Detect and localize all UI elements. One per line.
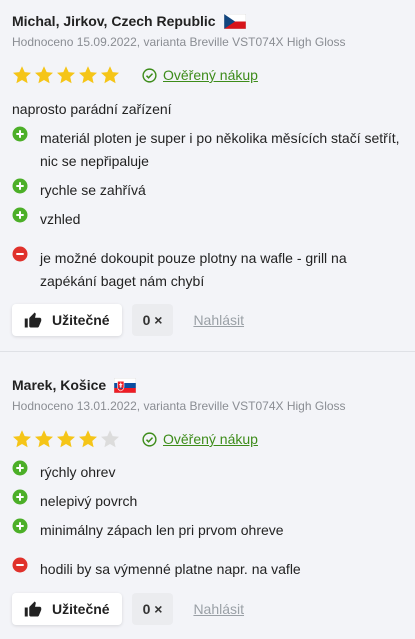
check-circle-icon xyxy=(142,431,157,447)
helpful-count: 0 × xyxy=(131,593,174,625)
helpful-button[interactable]: Užitečné xyxy=(12,304,122,336)
pro-item: minimálny zápach len pri prvom ohreve xyxy=(12,518,403,542)
pro-text: minimálny zápach len pri prvom ohreve xyxy=(40,522,284,538)
verified-label[interactable]: Ověřený nákup xyxy=(163,67,258,83)
star-icon xyxy=(13,430,31,448)
plus-circle-icon xyxy=(12,178,28,194)
star-rating xyxy=(12,429,120,449)
review-author: Michal, Jirkov, Czech Republic xyxy=(12,11,403,31)
report-link[interactable]: Nahlásit xyxy=(193,601,244,617)
review-author: Marek, Košice xyxy=(12,375,403,395)
helpful-label: Užitečné xyxy=(52,601,110,617)
review-actions: Užitečné 0 × Nahlásit xyxy=(12,304,403,336)
verified-purchase[interactable]: Ověřený nákup xyxy=(142,431,258,447)
plus-circle-icon xyxy=(12,489,28,505)
con-text: hodili by sa výmenné platne napr. na vaf… xyxy=(40,561,301,577)
star-icon xyxy=(13,66,31,84)
plus-circle-icon xyxy=(12,518,28,534)
star-empty-icon xyxy=(101,430,119,448)
plus-circle-icon xyxy=(12,126,28,142)
pro-text: nelepivý povrch xyxy=(40,493,138,509)
plus-circle-icon xyxy=(12,207,28,223)
star-icon xyxy=(57,66,75,84)
verified-label[interactable]: Ověřený nákup xyxy=(163,431,258,447)
czech-flag-icon xyxy=(223,13,246,29)
minus-circle-icon xyxy=(12,246,28,262)
star-icon xyxy=(79,66,97,84)
verified-purchase[interactable]: Ověřený nákup xyxy=(142,67,258,83)
pro-item: rýchly ohrev xyxy=(12,460,403,484)
pro-item: nelepivý povrch xyxy=(12,489,403,513)
pro-text: rychle se zahřívá xyxy=(40,182,146,198)
review-meta: Hodnoceno 15.09.2022, varianta Breville … xyxy=(12,35,346,49)
slovak-flag-icon xyxy=(114,377,137,393)
pro-item: materiál ploten je super i po několika m… xyxy=(12,126,403,173)
review-actions: Užitečné 0 × Nahlásit xyxy=(12,593,403,625)
star-icon xyxy=(79,430,97,448)
review-meta: Hodnoceno 13.01.2022, varianta Breville … xyxy=(12,399,346,413)
pro-text: vzhled xyxy=(40,211,81,227)
con-text: je možné dokoupit pouze plotny na wafle … xyxy=(40,250,347,289)
thumbs-up-icon xyxy=(24,601,42,617)
thumbs-up-icon xyxy=(24,312,42,328)
author-name: Michal, Jirkov, Czech Republic xyxy=(12,13,216,29)
con-item: hodili by sa výmenné platne napr. na vaf… xyxy=(12,557,403,581)
report-link[interactable]: Nahlásit xyxy=(193,312,244,328)
pro-text: rýchly ohrev xyxy=(40,464,116,480)
star-icon xyxy=(57,430,75,448)
minus-circle-icon xyxy=(12,557,28,573)
star-icon xyxy=(35,66,53,84)
star-icon xyxy=(101,66,119,84)
pro-item: vzhled xyxy=(12,207,403,231)
star-icon xyxy=(35,430,53,448)
star-rating xyxy=(12,65,120,85)
plus-circle-icon xyxy=(12,460,28,476)
con-item: je možné dokoupit pouze plotny na wafle … xyxy=(12,246,403,293)
pro-item: rychle se zahřívá xyxy=(12,178,403,202)
helpful-label: Užitečné xyxy=(52,312,110,328)
check-circle-icon xyxy=(142,67,157,83)
helpful-count: 0 × xyxy=(131,304,174,336)
author-name: Marek, Košice xyxy=(12,377,107,393)
review-summary: naprosto parádní zařízení xyxy=(12,101,172,117)
review-card: Marek, Košice Hodnoceno 13.01.2022, vari… xyxy=(0,351,415,639)
review-card: Michal, Jirkov, Czech Republic Hodnoceno… xyxy=(0,0,415,351)
helpful-button[interactable]: Užitečné xyxy=(12,593,122,625)
pro-text: materiál ploten je super i po několika m… xyxy=(40,130,400,169)
